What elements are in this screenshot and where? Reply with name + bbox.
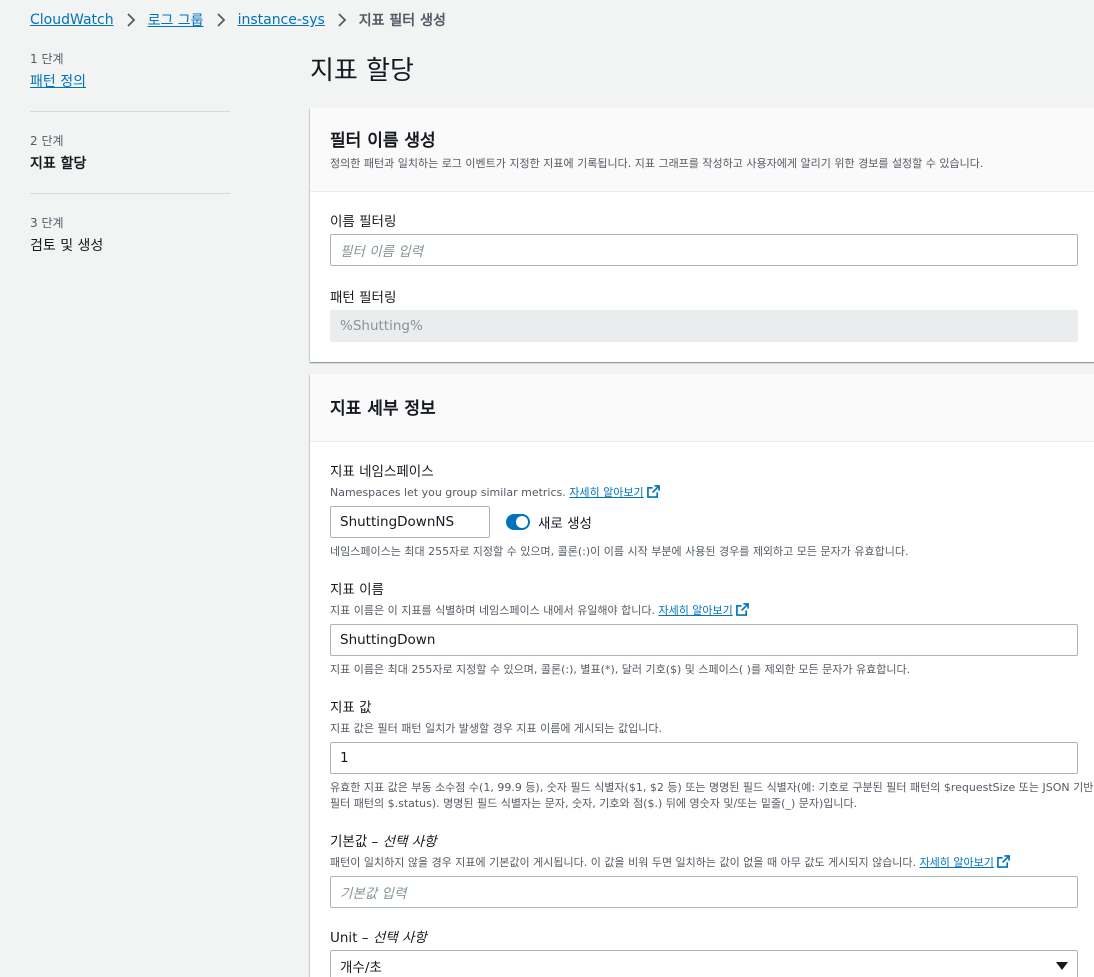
default-value-label-text: 기본값 [330,833,368,850]
create-new-label: 새로 생성 [538,516,592,532]
unit-select[interactable]: 개수/초 [330,949,1078,977]
wizard-steps: 1 단계 패턴 정의 2 단계 지표 할당 3 단계 검토 및 생성 [30,50,230,295]
step-3: 3 단계 검토 및 생성 [30,214,230,275]
metric-name-label: 지표 이름 [330,581,384,598]
metric-name-learn-more-link[interactable]: 자세히 알아보기 [658,603,749,617]
breadcrumb-log-groups[interactable]: 로그 그룹 [148,10,204,30]
chevron-right-icon [216,13,226,27]
card-title: 지표 세부 정보 [330,399,436,419]
step-number: 3 단계 [30,216,64,230]
external-link-icon [996,854,1010,868]
caret-down-icon [1056,961,1068,970]
card-header: 필터 이름 생성 정의한 패턴과 일치하는 로그 이벤트가 지정한 지표에 기록… [310,108,1094,192]
namespace-input[interactable]: ShuttingDownNS [330,506,490,538]
filter-pattern-input: %Shutting% [330,310,1078,342]
metric-name-hint: 지표 이름은 최대 255자로 지정할 수 있으며, 콜론(:), 별표(*),… [330,662,911,676]
namespace-hint: 네임스페이스는 최대 255자로 지정할 수 있으며, 콜론(:)이 이름 시작… [330,545,909,558]
unit-label: Unit – 선택 사항 [330,929,427,946]
metric-value-hint: 유효한 지표 값은 부동 소수점 수(1, 99.9 등), 숫자 필드 식별자… [330,780,1094,810]
step-link-define-pattern[interactable]: 패턴 정의 [30,71,230,91]
namespace-desc-text: Namespaces let you group similar metrics… [330,486,566,499]
metric-value-label: 지표 값 [330,699,372,716]
metric-name-description: 지표 이름은 이 지표를 식별하며 네임스페이스 내에서 유일해야 합니다. 자… [330,602,1090,618]
breadcrumb-cloudwatch[interactable]: CloudWatch [30,12,114,28]
page-title: 지표 할당 [310,56,414,86]
default-value-desc-text: 패턴이 일치하지 않을 경우 지표에 기본값이 게시됩니다. 이 값을 비워 두… [330,855,917,869]
step-2: 2 단계 지표 할당 [30,132,230,194]
create-new-toggle[interactable] [506,514,530,530]
filter-pattern-label: 패턴 필터링 [330,290,397,306]
unit-label-text: Unit [330,929,358,946]
optional-label: 선택 사항 [372,929,427,946]
metric-details-card: 지표 세부 정보 지표 네임스페이스 Namespaces let you gr… [310,374,1094,977]
breadcrumb-instance-sys[interactable]: instance-sys [238,12,325,28]
breadcrumb-current: 지표 필터 생성 [358,13,446,29]
metric-name-input[interactable]: ShuttingDown [330,623,1078,656]
namespace-label: 지표 네임스페이스 [330,464,434,480]
default-value-learn-more-link[interactable]: 자세히 알아보기 [919,854,1010,869]
step-number: 2 단계 [30,134,64,148]
metric-value-input[interactable]: 1 [330,741,1078,774]
default-value-description: 패턴이 일치하지 않을 경우 지표에 기본값이 게시됩니다. 이 값을 비워 두… [330,854,1090,870]
optional-label: 선택 사항 [382,833,437,850]
filter-name-label: 이름 필터링 [330,214,397,230]
learn-more-text: 자세히 알아보기 [919,855,994,869]
step-label-review-create: 검토 및 생성 [30,238,104,254]
card-header: 지표 세부 정보 [310,374,1094,442]
step-1: 1 단계 패턴 정의 [30,50,230,112]
learn-more-text: 자세히 알아보기 [658,603,733,617]
card-title: 필터 이름 생성 [330,131,436,151]
step-number: 1 단계 [30,52,64,66]
metric-name-desc-text: 지표 이름은 이 지표를 식별하며 네임스페이스 내에서 유일해야 합니다. [330,603,655,617]
learn-more-text: 자세히 알아보기 [569,486,644,499]
default-value-input[interactable]: 기본값 입력 [330,875,1078,908]
filter-name-card: 필터 이름 생성 정의한 패턴과 일치하는 로그 이벤트가 지정한 지표에 기록… [310,108,1094,362]
namespace-learn-more-link[interactable]: 자세히 알아보기 [569,485,660,499]
toggle-knob [516,516,528,528]
filter-name-input[interactable]: 필터 이름 입력 [330,234,1078,266]
chevron-right-icon [337,13,347,27]
breadcrumb: CloudWatch 로그 그룹 instance-sys 지표 필터 생성 [30,10,446,30]
chevron-right-icon [126,13,136,27]
external-link-icon [735,603,749,616]
external-link-icon [646,485,660,498]
card-description: 정의한 패턴과 일치하는 로그 이벤트가 지정한 지표에 기록됩니다. 지표 그… [330,157,984,170]
step-label-assign-metric: 지표 할당 [30,156,87,172]
unit-selected-value: 개수/초 [340,959,382,976]
namespace-description: Namespaces let you group similar metrics… [330,484,1090,500]
default-value-label: 기본값 – 선택 사항 [330,833,437,850]
metric-value-description: 지표 값은 필터 패턴 일치가 발생할 경우 지표 이름에 게시되는 값입니다. [330,721,662,735]
